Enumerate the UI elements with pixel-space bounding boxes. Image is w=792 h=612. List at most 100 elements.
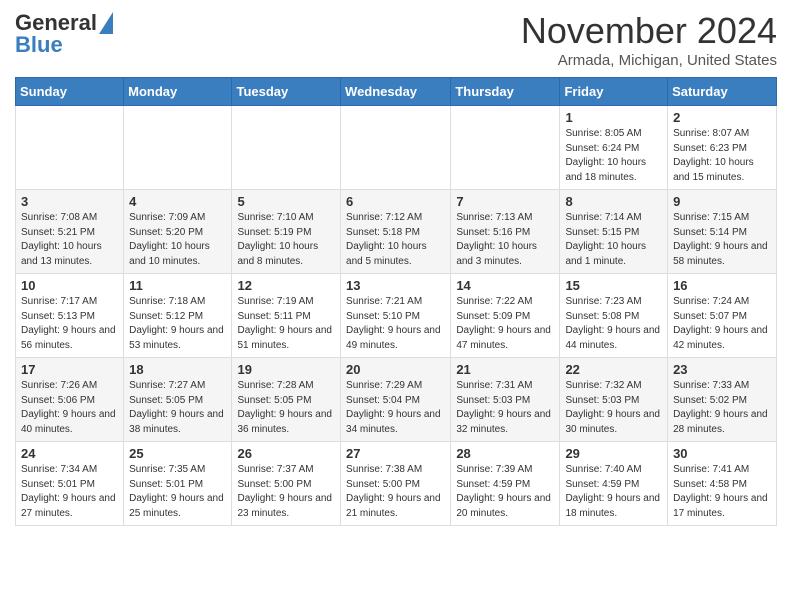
day-info: Sunrise: 7:28 AM Sunset: 5:05 PM Dayligh…	[237, 379, 335, 437]
day-number: 15	[565, 278, 662, 293]
column-header-monday: Monday	[124, 78, 232, 106]
day-info: Sunrise: 7:26 AM Sunset: 5:06 PM Dayligh…	[21, 379, 118, 437]
calendar-cell: 21 Sunrise: 7:31 AM Sunset: 5:03 PM Dayli…	[451, 358, 560, 442]
calendar-cell: 6 Sunrise: 7:12 AM Sunset: 5:18 PM Daylig…	[341, 190, 451, 274]
calendar-cell: 14 Sunrise: 7:22 AM Sunset: 5:09 PM Dayli…	[451, 274, 560, 358]
day-info: Sunrise: 7:41 AM Sunset: 4:58 PM Dayligh…	[673, 463, 771, 521]
day-info: Sunrise: 7:08 AM Sunset: 5:21 PM Dayligh…	[21, 211, 118, 269]
calendar-cell: 4 Sunrise: 7:09 AM Sunset: 5:20 PM Daylig…	[124, 190, 232, 274]
logo-blue: Blue	[15, 32, 63, 58]
day-info: Sunrise: 7:17 AM Sunset: 5:13 PM Dayligh…	[21, 295, 118, 353]
day-info: Sunrise: 7:22 AM Sunset: 5:09 PM Dayligh…	[456, 295, 554, 353]
calendar-cell: 5 Sunrise: 7:10 AM Sunset: 5:19 PM Daylig…	[232, 190, 341, 274]
page-header: General Blue November 2024 Armada, Michi…	[15, 10, 777, 69]
day-info: Sunrise: 7:33 AM Sunset: 5:02 PM Dayligh…	[673, 379, 771, 437]
calendar-cell: 12 Sunrise: 7:19 AM Sunset: 5:11 PM Dayli…	[232, 274, 341, 358]
day-number: 8	[565, 194, 662, 209]
calendar-table: SundayMondayTuesdayWednesdayThursdayFrid…	[15, 77, 777, 526]
column-header-sunday: Sunday	[16, 78, 124, 106]
calendar-cell: 1Sunrise: 8:05 AM Sunset: 6:24 PM Daylig…	[560, 106, 668, 190]
calendar-cell: 26 Sunrise: 7:37 AM Sunset: 5:00 PM Dayli…	[232, 442, 341, 526]
calendar-cell: 16 Sunrise: 7:24 AM Sunset: 5:07 PM Dayli…	[668, 274, 777, 358]
day-number: 26	[237, 446, 335, 461]
month-title: November 2024	[521, 10, 777, 52]
column-header-wednesday: Wednesday	[341, 78, 451, 106]
calendar-cell: 17 Sunrise: 7:26 AM Sunset: 5:06 PM Dayli…	[16, 358, 124, 442]
day-info: Sunrise: 7:13 AM Sunset: 5:16 PM Dayligh…	[456, 211, 554, 269]
day-number: 1	[565, 110, 662, 125]
day-number: 16	[673, 278, 771, 293]
day-number: 6	[346, 194, 445, 209]
day-info: Sunrise: 7:32 AM Sunset: 5:03 PM Dayligh…	[565, 379, 662, 437]
calendar-cell: 2Sunrise: 8:07 AM Sunset: 6:23 PM Daylig…	[668, 106, 777, 190]
day-number: 22	[565, 362, 662, 377]
day-number: 21	[456, 362, 554, 377]
day-info: Sunrise: 7:34 AM Sunset: 5:01 PM Dayligh…	[21, 463, 118, 521]
calendar-cell: 22 Sunrise: 7:32 AM Sunset: 5:03 PM Dayli…	[560, 358, 668, 442]
logo-triangle-icon	[99, 12, 113, 34]
location: Armada, Michigan, United States	[521, 52, 777, 69]
day-number: 12	[237, 278, 335, 293]
calendar-header-row: SundayMondayTuesdayWednesdayThursdayFrid…	[16, 78, 777, 106]
calendar-cell: 13 Sunrise: 7:21 AM Sunset: 5:10 PM Dayli…	[341, 274, 451, 358]
day-number: 27	[346, 446, 445, 461]
day-info: Sunrise: 7:35 AM Sunset: 5:01 PM Dayligh…	[129, 463, 226, 521]
calendar-cell: 18 Sunrise: 7:27 AM Sunset: 5:05 PM Dayli…	[124, 358, 232, 442]
day-info: Sunrise: 7:14 AM Sunset: 5:15 PM Dayligh…	[565, 211, 662, 269]
day-number: 25	[129, 446, 226, 461]
day-number: 5	[237, 194, 335, 209]
day-number: 24	[21, 446, 118, 461]
calendar-week-row: 1Sunrise: 8:05 AM Sunset: 6:24 PM Daylig…	[16, 106, 777, 190]
day-info: Sunrise: 7:21 AM Sunset: 5:10 PM Dayligh…	[346, 295, 445, 353]
day-info: Sunrise: 7:31 AM Sunset: 5:03 PM Dayligh…	[456, 379, 554, 437]
calendar-cell: 9Sunrise: 7:15 AM Sunset: 5:14 PM Daylig…	[668, 190, 777, 274]
calendar-cell: 11 Sunrise: 7:18 AM Sunset: 5:12 PM Dayli…	[124, 274, 232, 358]
day-info: Sunrise: 7:10 AM Sunset: 5:19 PM Dayligh…	[237, 211, 335, 269]
calendar-week-row: 17 Sunrise: 7:26 AM Sunset: 5:06 PM Dayli…	[16, 358, 777, 442]
column-header-saturday: Saturday	[668, 78, 777, 106]
day-number: 3	[21, 194, 118, 209]
day-info: Sunrise: 7:37 AM Sunset: 5:00 PM Dayligh…	[237, 463, 335, 521]
day-info: Sunrise: 7:19 AM Sunset: 5:11 PM Dayligh…	[237, 295, 335, 353]
column-header-friday: Friday	[560, 78, 668, 106]
day-number: 17	[21, 362, 118, 377]
calendar-cell: 24 Sunrise: 7:34 AM Sunset: 5:01 PM Dayli…	[16, 442, 124, 526]
day-number: 10	[21, 278, 118, 293]
day-number: 7	[456, 194, 554, 209]
day-info: Sunrise: 7:24 AM Sunset: 5:07 PM Dayligh…	[673, 295, 771, 353]
day-number: 11	[129, 278, 226, 293]
calendar-cell	[341, 106, 451, 190]
day-number: 23	[673, 362, 771, 377]
calendar-cell: 15 Sunrise: 7:23 AM Sunset: 5:08 PM Dayli…	[560, 274, 668, 358]
day-number: 19	[237, 362, 335, 377]
day-info: Sunrise: 7:27 AM Sunset: 5:05 PM Dayligh…	[129, 379, 226, 437]
day-info: Sunrise: 7:09 AM Sunset: 5:20 PM Dayligh…	[129, 211, 226, 269]
day-info: Sunrise: 7:18 AM Sunset: 5:12 PM Dayligh…	[129, 295, 226, 353]
calendar-cell	[124, 106, 232, 190]
day-number: 18	[129, 362, 226, 377]
day-info: Sunrise: 7:23 AM Sunset: 5:08 PM Dayligh…	[565, 295, 662, 353]
calendar-cell: 30 Sunrise: 7:41 AM Sunset: 4:58 PM Dayli…	[668, 442, 777, 526]
calendar-cell: 27 Sunrise: 7:38 AM Sunset: 5:00 PM Dayli…	[341, 442, 451, 526]
calendar-cell: 7 Sunrise: 7:13 AM Sunset: 5:16 PM Daylig…	[451, 190, 560, 274]
calendar-cell: 28Sunrise: 7:39 AM Sunset: 4:59 PM Dayli…	[451, 442, 560, 526]
calendar-cell: 3 Sunrise: 7:08 AM Sunset: 5:21 PM Daylig…	[16, 190, 124, 274]
day-info: Sunrise: 7:12 AM Sunset: 5:18 PM Dayligh…	[346, 211, 445, 269]
day-info: Sunrise: 7:38 AM Sunset: 5:00 PM Dayligh…	[346, 463, 445, 521]
day-number: 30	[673, 446, 771, 461]
day-info: Sunrise: 7:29 AM Sunset: 5:04 PM Dayligh…	[346, 379, 445, 437]
calendar-cell: 19 Sunrise: 7:28 AM Sunset: 5:05 PM Dayli…	[232, 358, 341, 442]
calendar-cell	[451, 106, 560, 190]
day-info: Sunrise: 7:40 AM Sunset: 4:59 PM Dayligh…	[565, 463, 662, 521]
day-number: 4	[129, 194, 226, 209]
calendar-cell: 10 Sunrise: 7:17 AM Sunset: 5:13 PM Dayli…	[16, 274, 124, 358]
calendar-cell: 8 Sunrise: 7:14 AM Sunset: 5:15 PM Daylig…	[560, 190, 668, 274]
day-number: 13	[346, 278, 445, 293]
day-number: 28	[456, 446, 554, 461]
calendar-cell	[16, 106, 124, 190]
day-number: 14	[456, 278, 554, 293]
column-header-tuesday: Tuesday	[232, 78, 341, 106]
calendar-cell: 23 Sunrise: 7:33 AM Sunset: 5:02 PM Dayli…	[668, 358, 777, 442]
calendar-cell: 20 Sunrise: 7:29 AM Sunset: 5:04 PM Dayli…	[341, 358, 451, 442]
day-number: 20	[346, 362, 445, 377]
